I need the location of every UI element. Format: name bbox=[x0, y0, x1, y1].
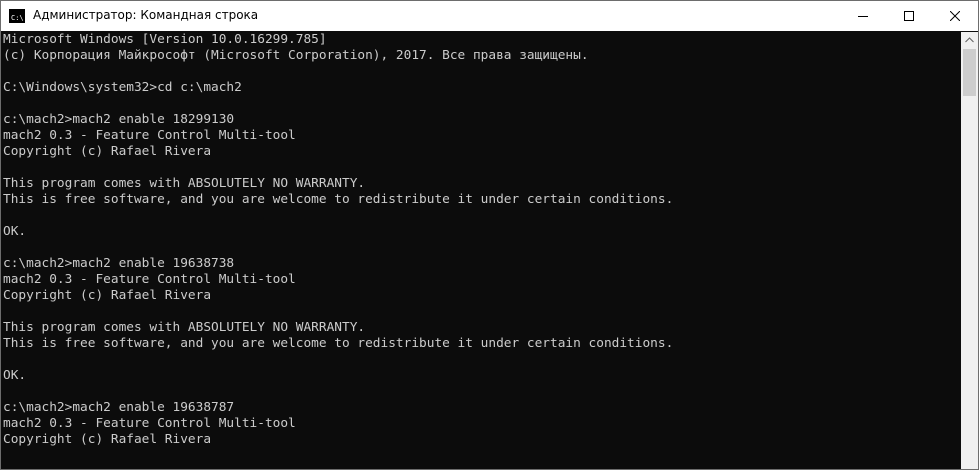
console-line: c:\mach2>mach2 enable 19638738 bbox=[3, 256, 235, 271]
close-icon bbox=[950, 11, 960, 21]
console-line: C:\Windows\system32>cd c:\mach2 bbox=[3, 80, 242, 95]
maximize-icon bbox=[904, 11, 914, 21]
svg-text:C:\: C:\ bbox=[11, 14, 24, 22]
console-line: This program comes with ABSOLUTELY NO WA… bbox=[3, 320, 366, 335]
console-line: mach2 0.3 - Feature Control Multi-tool bbox=[3, 416, 296, 431]
cmd-icon[interactable]: C:\ bbox=[9, 9, 25, 23]
console-line: mach2 0.3 - Feature Control Multi-tool bbox=[3, 128, 296, 143]
minimize-icon bbox=[858, 16, 868, 17]
window-title: Администратор: Командная строка bbox=[33, 8, 259, 22]
scroll-thumb[interactable] bbox=[963, 49, 976, 96]
console-line: Copyright (c) Rafael Rivera bbox=[3, 288, 212, 303]
close-button[interactable] bbox=[932, 1, 978, 31]
minimize-button[interactable] bbox=[840, 1, 886, 31]
console-output[interactable]: Microsoft Windows [Version 10.0.16299.78… bbox=[1, 32, 961, 469]
console-line: c:\mach2>mach2 enable 19638787 bbox=[3, 400, 235, 415]
console-line: c:\mach2>mach2 enable 18299130 bbox=[3, 112, 235, 127]
console-line: OK. bbox=[3, 368, 27, 383]
scroll-up-button[interactable] bbox=[961, 32, 978, 49]
console-line: OK. bbox=[3, 224, 27, 239]
console-line: Copyright (c) Rafael Rivera bbox=[3, 144, 212, 159]
console-line: This is free software, and you are welco… bbox=[3, 192, 674, 207]
title-bar[interactable]: C:\ Администратор: Командная строка bbox=[1, 1, 978, 31]
console-line: This is free software, and you are welco… bbox=[3, 336, 674, 351]
console-line: Microsoft Windows [Version 10.0.16299.78… bbox=[3, 32, 327, 47]
maximize-button[interactable] bbox=[886, 1, 932, 31]
console-line: This program comes with ABSOLUTELY NO WA… bbox=[3, 176, 366, 191]
cmd-window: C:\ Администратор: Командная строка Micr… bbox=[0, 0, 979, 470]
chevron-up-icon bbox=[965, 37, 974, 43]
console-line: Copyright (c) Rafael Rivera bbox=[3, 432, 212, 447]
vertical-scrollbar[interactable] bbox=[961, 32, 978, 469]
console-line: (c) Корпорация Майкрософт (Microsoft Cor… bbox=[3, 48, 589, 63]
console-line: mach2 0.3 - Feature Control Multi-tool bbox=[3, 272, 296, 287]
